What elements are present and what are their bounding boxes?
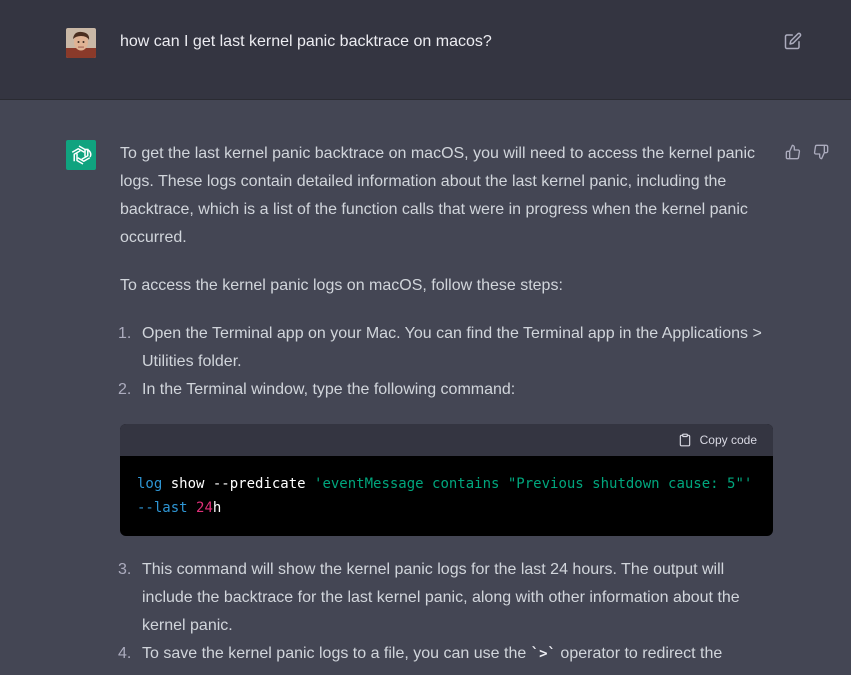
list-item: 3. This command will show the kernel pan… [118, 556, 775, 640]
inline-code: `>` [530, 646, 556, 662]
assistant-message-row: To get the last kernel panic backtrace o… [0, 100, 851, 675]
code-token: log [137, 476, 163, 492]
list-number: 2. [118, 381, 132, 398]
list-number: 4. [118, 645, 132, 662]
copy-code-label: Copy code [699, 433, 757, 447]
list-item-text: Open the Terminal app on your Mac. You c… [142, 325, 762, 370]
list-item: 1. Open the Terminal app on your Mac. Yo… [118, 320, 775, 376]
code-header: Copy code [120, 424, 773, 456]
user-message-text: how can I get last kernel panic backtrac… [120, 33, 492, 50]
clipboard-icon [679, 433, 690, 447]
copy-code-button[interactable]: Copy code [678, 432, 757, 448]
openai-logo-icon [66, 140, 96, 170]
steps-list: 1. Open the Terminal app on your Mac. Yo… [118, 320, 775, 404]
code-token: 'eventMessage contains "Previous shutdow… [314, 476, 753, 492]
edit-icon[interactable] [784, 32, 802, 50]
list-item-text: To save the kernel panic logs to a file,… [142, 645, 531, 662]
code-token: --last [137, 500, 188, 516]
list-item: 2. In the Terminal window, type the foll… [118, 376, 775, 404]
code-content[interactable]: log show --predicate 'eventMessage conta… [120, 456, 773, 536]
thumbs-down-icon[interactable] [813, 144, 831, 162]
assistant-message-content: To get the last kernel panic backtrace o… [118, 140, 775, 668]
list-number: 1. [118, 325, 132, 342]
code-token: show --predicate [162, 476, 315, 492]
code-token: h [212, 500, 222, 516]
thumbs-up-icon[interactable] [785, 144, 803, 162]
list-number: 3. [118, 561, 132, 578]
paragraph-intro: To get the last kernel panic backtrace o… [120, 145, 756, 246]
steps-list-continued: 3. This command will show the kernel pan… [118, 556, 775, 668]
list-item-text: In the Terminal window, type the followi… [142, 381, 516, 398]
code-token: 24 [196, 500, 213, 516]
code-block: Copy code log show --predicate 'eventMes… [120, 424, 773, 536]
user-message-row: how can I get last kernel panic backtrac… [0, 0, 851, 100]
list-item: 4. To save the kernel panic logs to a fi… [118, 640, 775, 668]
paragraph-steps-intro: To access the kernel panic logs on macOS… [120, 277, 563, 294]
list-item-text: This command will show the kernel panic … [142, 561, 740, 634]
user-avatar [66, 28, 96, 58]
list-item-text: operator to redirect the [555, 645, 723, 662]
